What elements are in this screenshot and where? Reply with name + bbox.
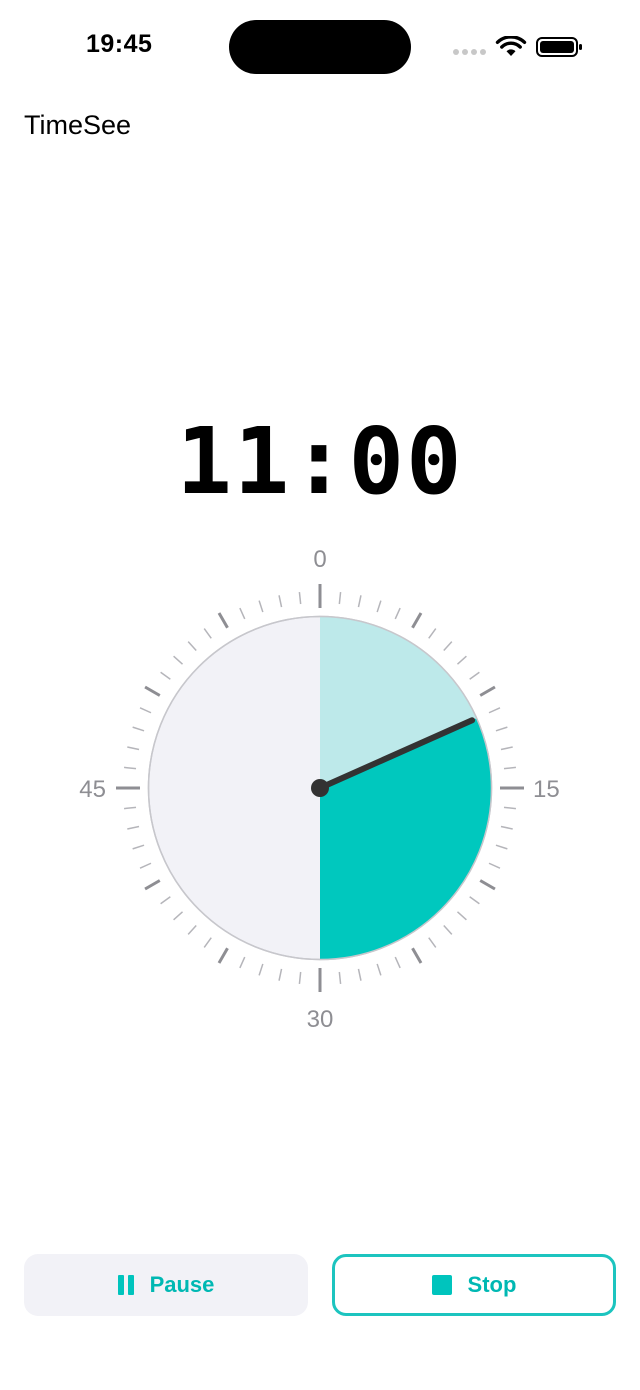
dial-tick	[239, 956, 246, 969]
wifi-icon	[495, 36, 527, 56]
dial-tick	[394, 956, 401, 969]
dial-tick	[132, 726, 145, 732]
dial-tick	[160, 671, 171, 680]
dial-tick	[479, 685, 496, 697]
dial-tick	[217, 612, 229, 629]
battery-icon	[536, 37, 582, 57]
dial-tick	[203, 628, 212, 639]
dial-tick	[469, 671, 480, 680]
stop-button[interactable]: Stop	[332, 1254, 616, 1316]
dial-tick	[495, 844, 508, 850]
dial-tick	[443, 924, 453, 935]
dial-tick	[132, 844, 145, 850]
dial-tick	[456, 911, 467, 921]
dial-tick	[456, 655, 467, 665]
timer-display: 11:00	[176, 408, 464, 515]
dynamic-island	[229, 20, 411, 74]
dial-tick	[187, 924, 197, 935]
dial-tick	[298, 592, 302, 605]
dial-tick	[139, 707, 152, 714]
dial-tick	[488, 862, 501, 869]
dial-tick	[203, 937, 212, 948]
dial-tick	[411, 947, 423, 964]
dial-tick	[394, 607, 401, 620]
dial-tick	[278, 595, 283, 608]
dial-tick	[127, 746, 140, 751]
dial-tick	[376, 963, 382, 976]
dial-tick	[278, 968, 283, 981]
stop-button-label: Stop	[467, 1272, 517, 1297]
dial-tick	[258, 963, 264, 976]
dial-tick	[127, 825, 140, 830]
dial-tick	[488, 707, 501, 714]
pause-button-label: Pause	[149, 1272, 215, 1297]
dial-label-0: 0	[313, 546, 326, 573]
dial-tick	[428, 628, 437, 639]
status-time: 19:45	[86, 30, 153, 58]
dial-tick	[338, 971, 342, 984]
dial-tick	[173, 655, 184, 665]
dial-tick	[160, 896, 171, 905]
stop-icon	[431, 1275, 452, 1295]
dial-tick	[124, 766, 137, 770]
dial-tick	[503, 766, 516, 770]
dial-tick	[217, 947, 229, 964]
dial-tick	[469, 896, 480, 905]
dial-tick	[144, 685, 161, 697]
dial-tick	[239, 607, 246, 620]
dial-tick	[443, 641, 453, 652]
dial-tick	[124, 806, 137, 810]
timer-dial[interactable]: 0 15 30 45	[0, 530, 640, 1050]
dial-tick	[139, 862, 152, 869]
dial-tick	[298, 971, 302, 984]
dial-tick	[500, 746, 513, 751]
dial-tick	[503, 806, 516, 810]
dial-tick	[338, 592, 342, 605]
dial-hub	[311, 779, 329, 797]
dial-label-15: 15	[533, 776, 560, 803]
dial-tick	[428, 937, 437, 948]
dial-tick	[173, 911, 184, 921]
dial-tick	[144, 879, 161, 891]
dial-tick	[495, 726, 508, 732]
dial-tick	[500, 825, 513, 830]
dial-tick	[187, 641, 197, 652]
dial-tick	[357, 968, 362, 981]
dial-tick	[376, 600, 382, 613]
pause-button[interactable]: Pause	[24, 1254, 308, 1316]
app-title: TimeSee	[24, 110, 132, 140]
dial-tick	[411, 612, 423, 629]
pause-icon	[117, 1275, 134, 1295]
dial-tick	[258, 600, 264, 613]
dial-tick	[479, 879, 496, 891]
dial-label-45: 45	[79, 776, 106, 803]
dial-tick	[357, 595, 362, 608]
cellular-signal-icon	[453, 49, 487, 57]
dial-label-30: 30	[307, 1006, 334, 1033]
